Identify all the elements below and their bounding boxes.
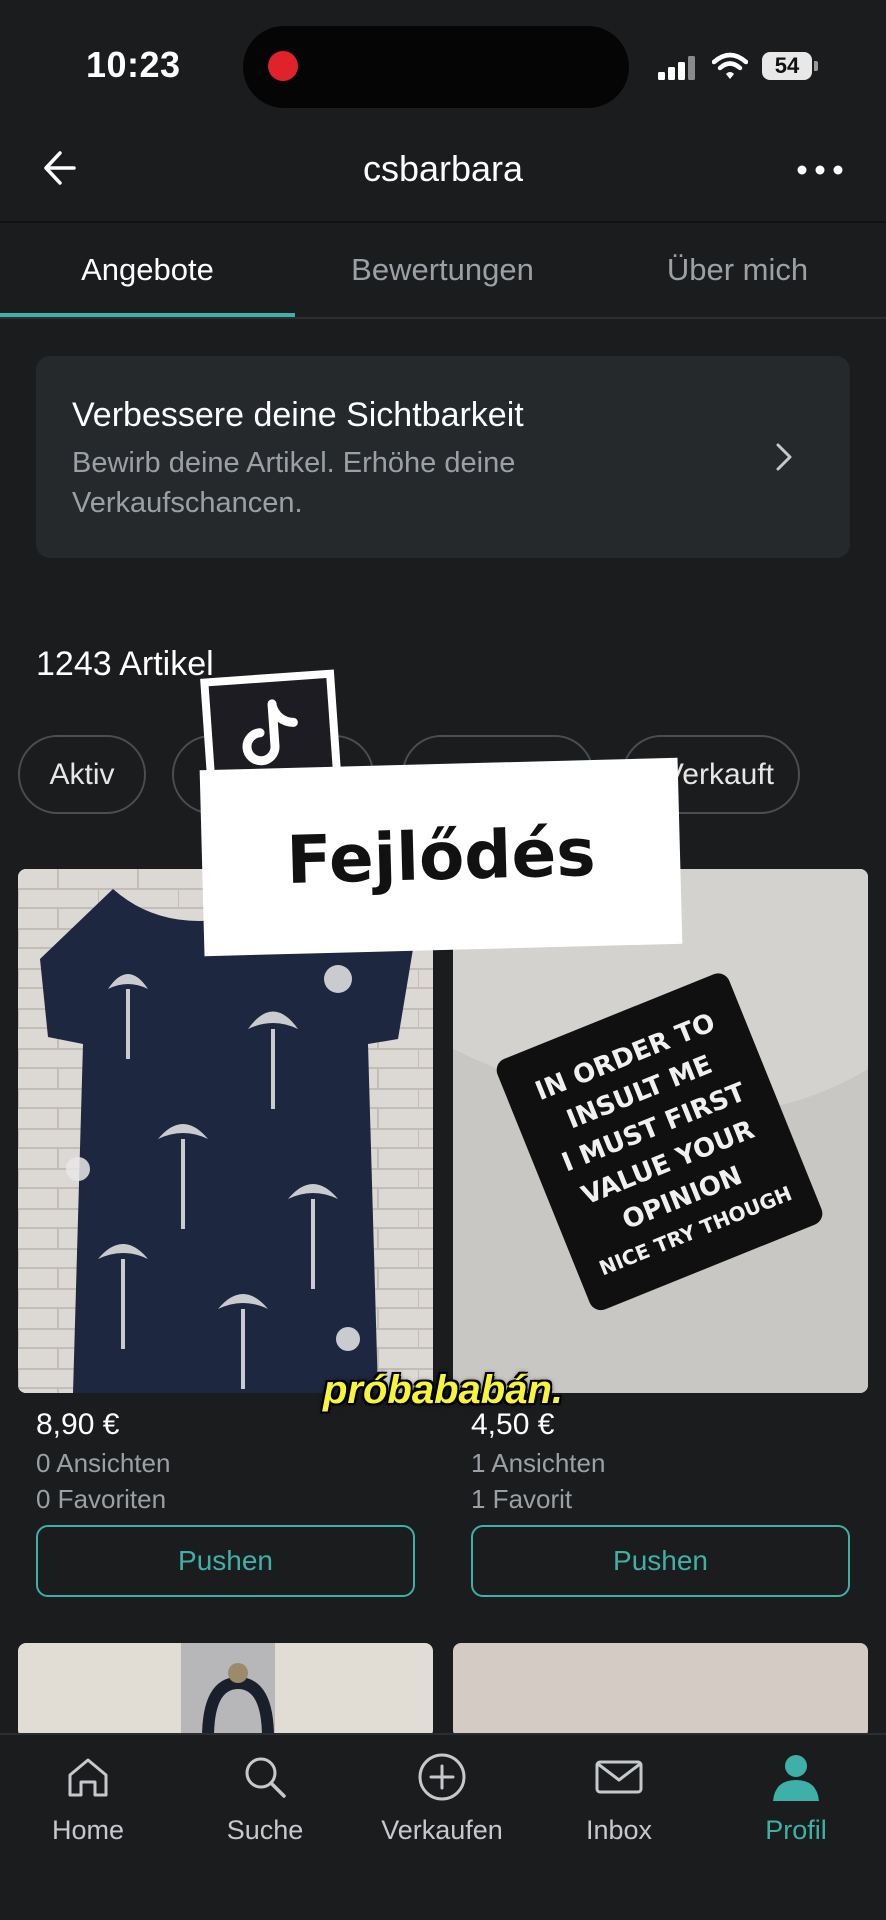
battery-nub — [814, 61, 818, 71]
dynamic-island — [243, 26, 629, 108]
nav-profile[interactable]: Profil — [716, 1749, 876, 1846]
nav-label: Profil — [765, 1815, 827, 1845]
push-button[interactable]: Pushen — [471, 1525, 850, 1597]
nav-search[interactable]: Suche — [185, 1749, 345, 1846]
item-price: 8,90 € — [36, 1408, 120, 1441]
promo-title: Verbessere deine Sichtbarkeit — [72, 396, 524, 434]
nav-label: Verkaufen — [381, 1815, 503, 1845]
nav-home[interactable]: Home — [8, 1749, 168, 1846]
tabs-divider — [0, 317, 886, 319]
status-time: 10:23 — [86, 44, 181, 85]
overlay-banner-text: Fejlődés — [285, 813, 597, 900]
item-favorites: 0 Favoriten — [36, 1484, 167, 1514]
item-price: 4,50 € — [471, 1408, 555, 1441]
tab-ueber-mich[interactable]: Über mich — [590, 252, 885, 288]
overlay-banner: Fejlődés — [199, 757, 683, 957]
wifi-icon — [712, 52, 748, 79]
search-icon — [245, 1757, 286, 1798]
visibility-promo-card[interactable]: Verbessere deine Sichtbarkeit Bewirb dei… — [36, 356, 850, 558]
item-views: 0 Ansichten — [36, 1448, 171, 1478]
tab-bewertungen[interactable]: Bewertungen — [295, 252, 590, 288]
tab-angebote[interactable]: Angebote — [0, 252, 295, 288]
header-divider — [0, 221, 886, 223]
item-favorites: 1 Favorit — [471, 1484, 573, 1514]
promo-text: Bewirb deine Artikel. Erhöhe deine Verka… — [72, 447, 516, 519]
nav-label: Home — [51, 1815, 125, 1845]
nav-inbox[interactable]: Inbox — [539, 1749, 699, 1846]
chevron-right-icon — [776, 443, 792, 471]
signal-icon — [658, 56, 695, 80]
battery-indicator: 54 — [762, 52, 812, 80]
product-image-next-1[interactable] — [18, 1643, 433, 1738]
home-icon — [68, 1758, 108, 1797]
filter-aktiv[interactable]: Aktiv — [18, 735, 146, 814]
bottom-navigation: Home Suche Verkaufen Inbox Profil — [0, 1733, 886, 1920]
recording-indicator — [268, 51, 298, 81]
profile-icon — [773, 1755, 819, 1801]
ellipsis-icon[interactable] — [790, 150, 850, 190]
hanger-photo — [181, 1643, 275, 1738]
items-count: 1243 Artikel — [36, 645, 214, 683]
mail-icon — [595, 1760, 643, 1794]
active-tab-indicator — [0, 313, 295, 317]
product-image-next-2[interactable] — [453, 1643, 868, 1738]
nav-label: Suche — [226, 1815, 304, 1845]
video-caption: próbababán. — [322, 1368, 564, 1412]
page-title: csbarbara — [362, 148, 524, 189]
push-button[interactable]: Pushen — [36, 1525, 415, 1597]
item-views: 1 Ansichten — [471, 1448, 606, 1478]
nav-label: Inbox — [585, 1815, 653, 1845]
plus-circle-icon — [418, 1753, 466, 1801]
nav-sell[interactable]: Verkaufen — [362, 1749, 522, 1846]
